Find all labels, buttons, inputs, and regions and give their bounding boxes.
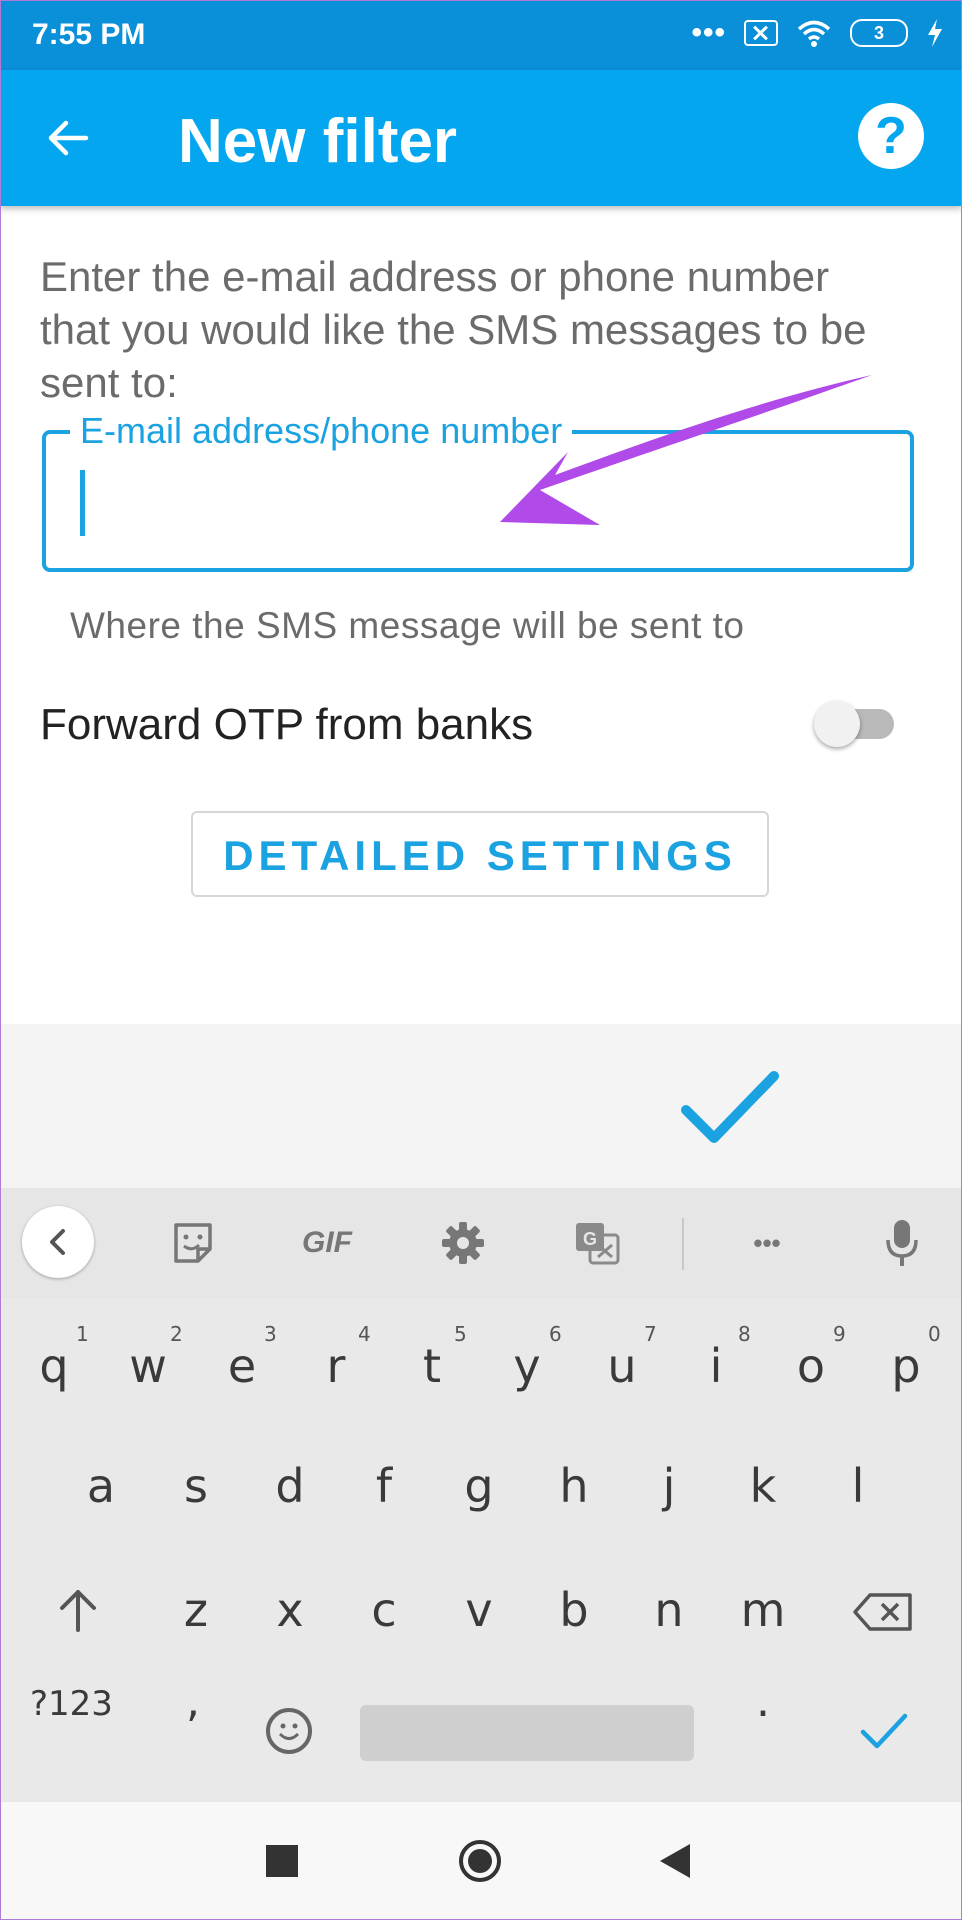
key-hint-5: 5 bbox=[454, 1322, 467, 1346]
key-m[interactable]: m bbox=[723, 1560, 803, 1660]
comma-key[interactable]: , bbox=[186, 1676, 200, 1727]
key-j[interactable]: j bbox=[629, 1436, 709, 1536]
key-k[interactable]: k bbox=[723, 1436, 803, 1536]
key-hint-8: 8 bbox=[738, 1322, 751, 1346]
more-options-icon[interactable]: ••• bbox=[740, 1221, 794, 1265]
key-d[interactable]: d bbox=[250, 1436, 330, 1536]
key-hint-3: 3 bbox=[264, 1322, 277, 1346]
gif-button[interactable]: GIF bbox=[296, 1221, 358, 1265]
sticker-icon[interactable] bbox=[170, 1221, 216, 1265]
symbols-key[interactable]: ?123 bbox=[30, 1684, 113, 1724]
annotation-arrow-icon bbox=[500, 375, 872, 525]
key-hint-6: 6 bbox=[549, 1322, 562, 1346]
space-bar[interactable] bbox=[360, 1705, 694, 1761]
key-x[interactable]: x bbox=[250, 1560, 330, 1660]
svg-text:G: G bbox=[583, 1229, 597, 1249]
key-hint-4: 4 bbox=[358, 1322, 371, 1346]
shift-arrow-icon[interactable] bbox=[54, 1586, 102, 1634]
recents-square-icon[interactable] bbox=[266, 1845, 298, 1877]
key-f[interactable]: f bbox=[344, 1436, 424, 1536]
confirm-check-icon[interactable] bbox=[680, 1070, 780, 1148]
key-v[interactable]: v bbox=[439, 1560, 519, 1660]
enter-check-icon[interactable] bbox=[860, 1711, 908, 1751]
key-hint-7: 7 bbox=[644, 1322, 657, 1346]
key-b[interactable]: b bbox=[534, 1560, 614, 1660]
key-z[interactable]: z bbox=[156, 1560, 236, 1660]
translate-icon[interactable]: G bbox=[574, 1221, 622, 1265]
key-hint-9: 9 bbox=[833, 1322, 846, 1346]
gear-icon[interactable] bbox=[441, 1221, 485, 1265]
back-triangle-icon[interactable] bbox=[660, 1844, 690, 1878]
done-strip bbox=[0, 1024, 962, 1188]
keyboard-collapse-button[interactable] bbox=[22, 1206, 94, 1278]
key-hint-0: 0 bbox=[928, 1322, 941, 1346]
key-l[interactable]: l bbox=[818, 1436, 898, 1536]
emoji-key[interactable] bbox=[266, 1708, 312, 1754]
key-hint-2: 2 bbox=[170, 1322, 183, 1346]
key-a[interactable]: a bbox=[61, 1436, 141, 1536]
period-key[interactable]: . bbox=[756, 1676, 770, 1727]
backspace-icon[interactable] bbox=[852, 1592, 914, 1632]
smiley-icon bbox=[278, 1723, 300, 1740]
key-hint-1: 1 bbox=[76, 1322, 89, 1346]
key-g[interactable]: g bbox=[439, 1436, 519, 1536]
key-n[interactable]: n bbox=[629, 1560, 709, 1660]
home-circle-icon[interactable] bbox=[459, 1840, 501, 1882]
microphone-icon[interactable] bbox=[884, 1218, 920, 1268]
key-h[interactable]: h bbox=[534, 1436, 614, 1536]
key-s[interactable]: s bbox=[156, 1436, 236, 1536]
toolbar-divider bbox=[682, 1218, 684, 1270]
chevron-left-icon bbox=[50, 1229, 65, 1255]
key-c[interactable]: c bbox=[344, 1560, 424, 1660]
